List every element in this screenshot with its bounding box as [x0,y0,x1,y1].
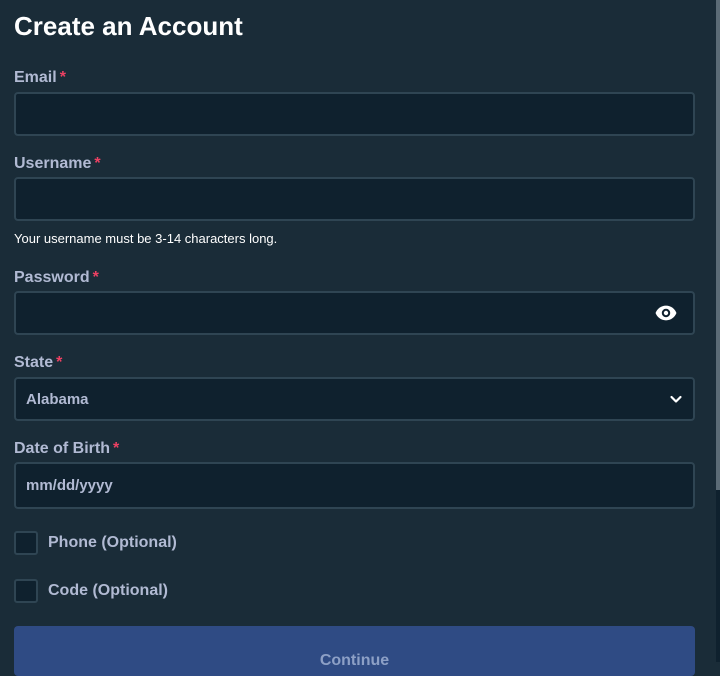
state-label-row: State * [14,353,62,373]
state-label: State [14,354,54,371]
password-field[interactable] [16,293,693,333]
username-label: Username [14,155,92,172]
phone-checkbox[interactable] [14,531,38,555]
username-hint: Your username must be 3-14 characters lo… [14,231,278,246]
email-label-row: Email * [14,68,66,88]
username-field[interactable] [16,179,693,219]
dob-label: Date of Birth [14,440,110,457]
code-option-row: Code (Optional) [14,579,168,603]
phone-option-label[interactable]: Phone (Optional) [48,534,177,552]
dob-label-row: Date of Birth * [14,439,119,459]
required-asterisk: * [94,155,101,172]
email-field-container [14,92,695,136]
dob-field[interactable]: mm/dd/yyyy [16,464,693,507]
email-field[interactable] [16,94,693,134]
eye-icon[interactable] [655,304,677,322]
required-asterisk: * [113,440,120,457]
code-checkbox[interactable] [14,579,38,603]
required-asterisk: * [59,69,66,86]
page-title: Create an Account [14,11,243,41]
code-option-label[interactable]: Code (Optional) [48,582,168,600]
phone-option-row: Phone (Optional) [14,531,177,555]
scrollbar-thumb[interactable] [716,0,720,490]
email-label: Email [14,69,57,86]
password-field-container [14,291,695,335]
state-select[interactable]: Alabama [14,377,695,421]
chevron-down-icon [670,395,682,403]
required-asterisk: * [92,269,99,286]
required-asterisk: * [56,354,63,371]
continue-button[interactable]: Continue [14,626,695,676]
scrollbar-track[interactable] [716,0,720,662]
password-label-row: Password * [14,268,99,288]
create-account-form: Create an Account Email * Username * Your … [14,0,695,676]
dob-field-container: mm/dd/yyyy [14,462,695,509]
username-label-row: Username * [14,154,101,174]
password-label: Password [14,269,90,286]
state-selected-value: Alabama [26,390,89,408]
username-field-container [14,177,695,221]
